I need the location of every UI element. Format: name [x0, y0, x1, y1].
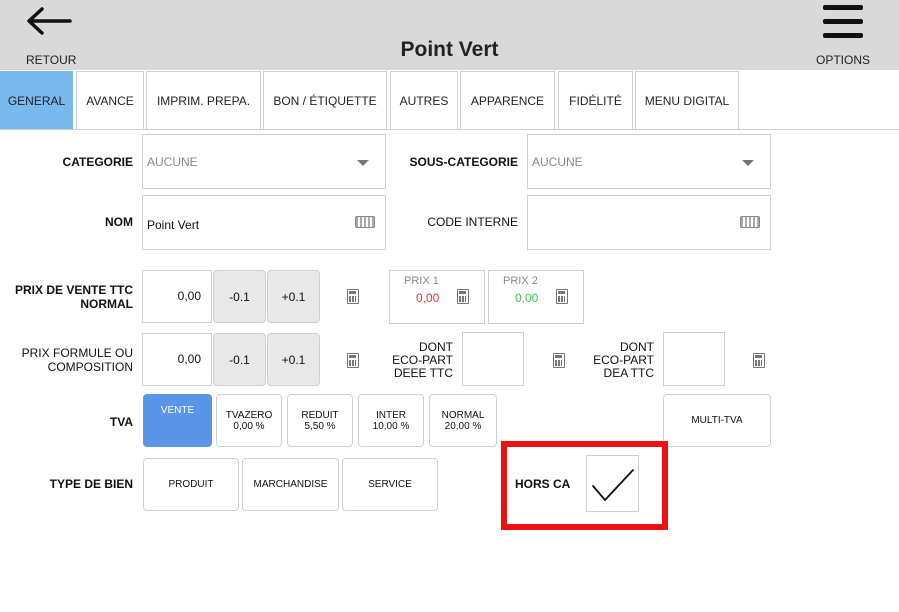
- categorie-label: CATEGORIE: [62, 155, 133, 169]
- tva-inter-rate: 10,00 %: [372, 420, 410, 432]
- prix1-value: 0,00: [416, 291, 440, 305]
- prix-vente-label: PRIX DE VENTE TTC NORMAL: [0, 283, 133, 311]
- menu-icon: [823, 5, 863, 39]
- prix-formule-input[interactable]: 0,00: [142, 333, 212, 386]
- tva-tvazero-button[interactable]: TVAZERO 0,00 %: [216, 394, 282, 447]
- checkmark-icon: [592, 469, 634, 501]
- calculator-icon[interactable]: [753, 353, 765, 368]
- tva-vente-label: VENTE: [160, 405, 195, 416]
- prix1-card[interactable]: PRIX 1 0,00: [389, 270, 485, 324]
- souscategorie-label: SOUS-CATEGORIE: [409, 155, 518, 169]
- tab-bar: GENERAL AVANCE IMPRIM. PREPA. BON / ÉTIQ…: [0, 71, 899, 129]
- options-button[interactable]: OPTIONS: [809, 0, 879, 70]
- tva-normal-label: NORMAL: [441, 409, 485, 421]
- prix2-title: PRIX 2: [503, 275, 538, 287]
- type-service-button[interactable]: SERVICE: [342, 458, 438, 511]
- multi-tva-button[interactable]: MULTI-TVA: [663, 394, 771, 447]
- hors-ca-checkbox[interactable]: [586, 455, 639, 512]
- prix-formule-label: PRIX FORMULE OU COMPOSITION: [0, 346, 133, 374]
- tva-normal-rate: 20,00 %: [444, 420, 482, 432]
- header-bar: RETOUR Point Vert OPTIONS: [0, 0, 899, 70]
- tabs-divider: [0, 129, 899, 130]
- tab-menu-digital[interactable]: MENU DIGITAL: [635, 71, 739, 129]
- dea-label: DONT ECO-PART DEA TTC: [580, 341, 654, 380]
- dea-input[interactable]: [663, 332, 725, 386]
- prix-vente-minus-button[interactable]: -0.1: [213, 270, 266, 323]
- prix-vente-label-line2: NORMAL: [80, 297, 133, 311]
- type-produit-label: PRODUIT: [168, 479, 214, 490]
- prix-formule-label-line2: COMPOSITION: [47, 360, 133, 374]
- tva-inter-button[interactable]: INTER 10,00 %: [358, 394, 424, 447]
- tva-label: TVA: [109, 415, 133, 429]
- calculator-icon[interactable]: [347, 353, 359, 368]
- nom-value: Point Vert: [147, 218, 200, 232]
- prix2-card[interactable]: PRIX 2 0,00: [488, 270, 584, 324]
- prix-vente-label-line1: PRIX DE VENTE TTC: [14, 283, 133, 297]
- tva-vente-button[interactable]: VENTE: [143, 394, 212, 447]
- prix-formule-plus-button[interactable]: +0.1: [267, 333, 320, 386]
- souscategorie-select[interactable]: AUCUNE: [527, 134, 771, 189]
- chevron-down-icon: [357, 160, 369, 166]
- tva-reduit-button[interactable]: REDUIT 5,50 %: [287, 394, 353, 447]
- deee-label: DONT ECO-PART DEEE TTC: [380, 341, 453, 380]
- calculator-icon[interactable]: [347, 289, 359, 304]
- calculator-icon[interactable]: [457, 289, 469, 304]
- tab-autres[interactable]: AUTRES: [390, 71, 458, 129]
- code-interne-input[interactable]: [527, 195, 771, 250]
- prix-vente-input[interactable]: 0,00: [142, 270, 212, 323]
- type-marchandise-label: MARCHANDISE: [253, 479, 328, 490]
- tab-general[interactable]: GENERAL: [0, 71, 73, 129]
- code-interne-label: CODE INTERNE: [427, 215, 518, 229]
- calculator-icon[interactable]: [556, 289, 568, 304]
- tva-normal-button[interactable]: NORMAL 20,00 %: [429, 394, 497, 447]
- nom-label: NOM: [105, 215, 133, 229]
- deee-label-line3: DEEE TTC: [393, 366, 453, 380]
- prix2-value: 0,00: [515, 291, 539, 305]
- multi-tva-label: MULTI-TVA: [691, 415, 743, 426]
- souscategorie-value: AUCUNE: [532, 155, 583, 169]
- nom-input[interactable]: Point Vert: [142, 195, 386, 250]
- deee-input[interactable]: [462, 332, 524, 386]
- tab-imprim-prepa[interactable]: IMPRIM. PREPA.: [146, 71, 261, 129]
- categorie-value: AUCUNE: [147, 155, 198, 169]
- calculator-icon[interactable]: [553, 353, 565, 368]
- page-title: Point Vert: [400, 38, 499, 61]
- type-service-label: SERVICE: [368, 479, 412, 490]
- prix-vente-plus-button[interactable]: +0.1: [267, 270, 320, 323]
- options-label: OPTIONS: [815, 53, 870, 67]
- prix-formule-label-line1: PRIX FORMULE OU: [21, 346, 133, 360]
- tva-reduit-rate: 5,50 %: [304, 420, 336, 432]
- tva-reduit-label: REDUIT: [301, 409, 339, 421]
- prix-formule-minus-button[interactable]: -0.1: [213, 333, 266, 386]
- tab-avance[interactable]: AVANCE: [76, 71, 144, 129]
- keyboard-icon[interactable]: [740, 216, 760, 228]
- dea-label-line3: DEA TTC: [603, 366, 654, 380]
- hors-ca-label: HORS CA: [515, 477, 571, 491]
- categorie-select[interactable]: AUCUNE: [142, 134, 386, 189]
- chevron-down-icon: [742, 160, 754, 166]
- tab-apparence[interactable]: APPARENCE: [460, 71, 555, 129]
- type-marchandise-button[interactable]: MARCHANDISE: [242, 458, 339, 511]
- tab-fidelite[interactable]: FIDÉLITÉ: [558, 71, 633, 129]
- keyboard-icon[interactable]: [355, 216, 375, 228]
- tva-tvazero-rate: 0,00 %: [233, 420, 265, 432]
- prix1-title: PRIX 1: [404, 275, 439, 287]
- tva-inter-label: INTER: [376, 409, 406, 421]
- tva-tvazero-label: TVAZERO: [225, 409, 273, 421]
- tab-bon-etiquette[interactable]: BON / ÉTIQUETTE: [263, 71, 387, 129]
- type-produit-button[interactable]: PRODUIT: [143, 458, 239, 511]
- type-bien-label: TYPE DE BIEN: [49, 477, 133, 491]
- arrow-left-icon: [27, 7, 72, 35]
